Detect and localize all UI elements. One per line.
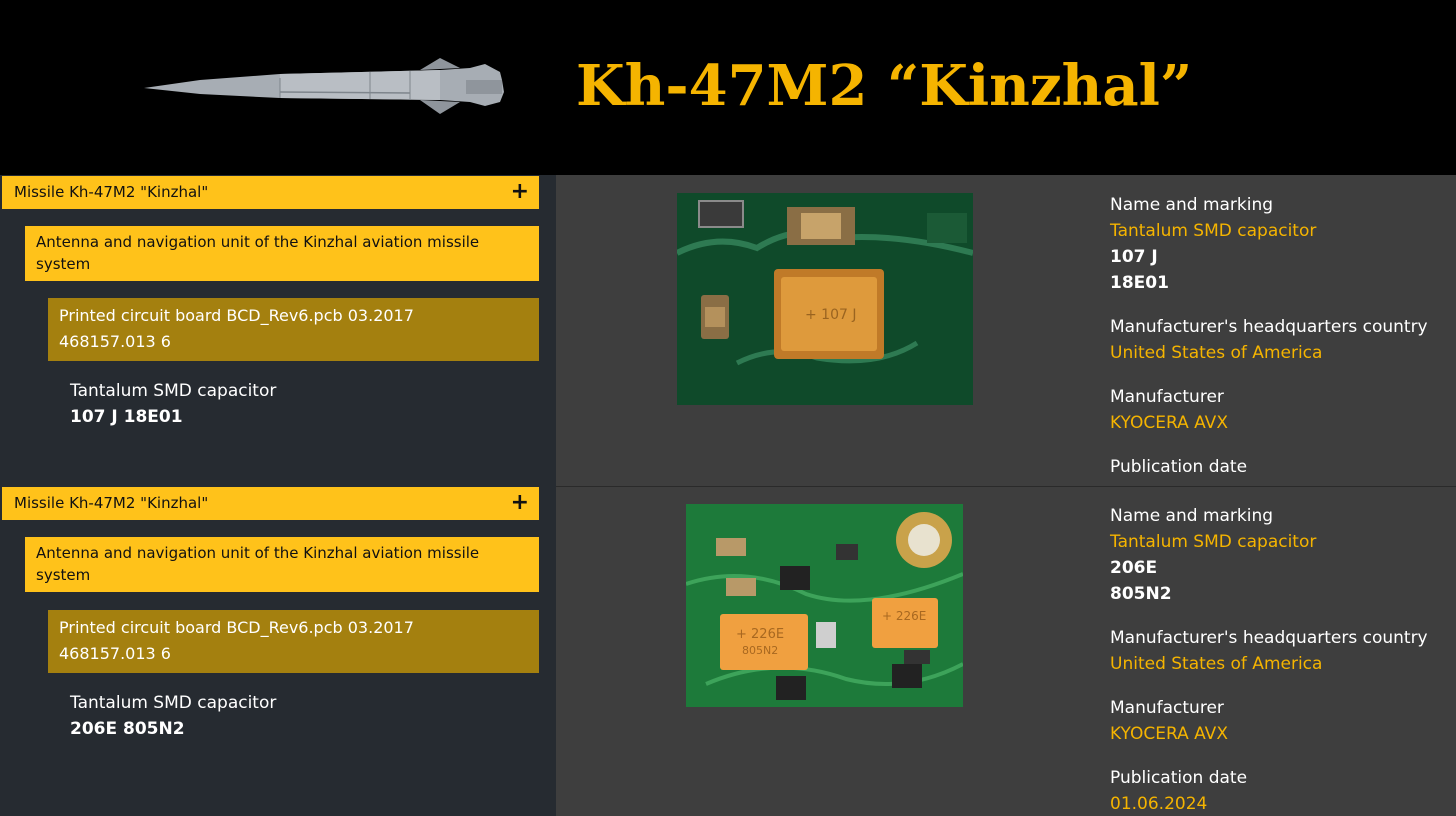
tree-item-label: Missile Kh-47M2 "Kinzhal"	[14, 494, 209, 512]
pubdate-label: Publication date	[1110, 457, 1248, 477]
component-marking: 206E 805N2	[70, 719, 185, 739]
tree-item-missile[interactable]: Missile Kh-47M2 "Kinzhal" +	[2, 176, 539, 209]
pcb-name: Printed circuit board BCD_Rev6.pcb 03.20…	[59, 306, 414, 325]
tree-item-unit[interactable]: Antenna and navigation unit of the Kinzh…	[25, 537, 539, 592]
country-value[interactable]: United States of America	[1110, 340, 1456, 366]
marking-line: 107 J	[1110, 247, 1158, 267]
details-list: Name and marking Tantalum SMD capacitor …	[1110, 192, 1456, 480]
country-label: Manufacturer's headquarters country	[1110, 317, 1428, 337]
name-value[interactable]: Tantalum SMD capacitor	[1110, 529, 1456, 555]
pubdate-value: 01.06.2024	[1110, 794, 1208, 814]
svg-text:+ 226E: + 226E	[882, 609, 926, 623]
component-photo: + 226E 805N2 + 226E	[686, 504, 963, 707]
plus-icon[interactable]: +	[511, 176, 529, 207]
name-label: Name and marking	[1110, 506, 1274, 526]
component-marking: 107 J 18E01	[70, 407, 183, 427]
component-name: Tantalum SMD capacitor	[70, 693, 277, 713]
manufacturer-value[interactable]: KYOCERA AVX	[1110, 721, 1456, 747]
tree-item-label: Missile Kh-47M2 "Kinzhal"	[14, 183, 209, 201]
manufacturer-label: Manufacturer	[1110, 387, 1224, 407]
marking-line: 805N2	[1110, 584, 1172, 604]
name-label: Name and marking	[1110, 195, 1274, 215]
page-header: Kh-47M2 “Kinzhal”	[0, 0, 1456, 175]
name-value[interactable]: Tantalum SMD capacitor	[1110, 218, 1456, 244]
tree-item-pcb[interactable]: Printed circuit board BCD_Rev6.pcb 03.20…	[48, 298, 539, 361]
marking-line: 18E01	[1110, 273, 1169, 293]
manufacturer-value[interactable]: KYOCERA AVX	[1110, 410, 1456, 436]
page-title: Kh-47M2 “Kinzhal”	[576, 53, 1193, 119]
tree-item-missile[interactable]: Missile Kh-47M2 "Kinzhal" +	[2, 487, 539, 520]
tree-item-unit[interactable]: Antenna and navigation unit of the Kinzh…	[25, 226, 539, 281]
country-value[interactable]: United States of America	[1110, 651, 1456, 677]
svg-text:805N2: 805N2	[742, 644, 778, 657]
component-name: Tantalum SMD capacitor	[70, 381, 277, 401]
marking-line: 206E	[1110, 558, 1158, 578]
component-photo: + 107 J	[677, 193, 973, 405]
pcb-number: 468157.013 6	[59, 644, 171, 663]
component-item[interactable]: Tantalum SMD capacitor 107 J 18E01	[70, 378, 276, 430]
pcb-number: 468157.013 6	[59, 332, 171, 351]
tree-item-pcb[interactable]: Printed circuit board BCD_Rev6.pcb 03.20…	[48, 610, 539, 673]
pubdate-label: Publication date	[1110, 768, 1248, 788]
country-label: Manufacturer's headquarters country	[1110, 628, 1428, 648]
manufacturer-label: Manufacturer	[1110, 698, 1224, 718]
details-list: Name and marking Tantalum SMD capacitor …	[1110, 503, 1456, 816]
missile-image	[144, 58, 504, 114]
svg-text:+ 226E: + 226E	[736, 627, 784, 642]
plus-icon[interactable]: +	[511, 487, 529, 518]
component-item[interactable]: Tantalum SMD capacitor 206E 805N2	[70, 690, 276, 742]
svg-text:+ 107 J: + 107 J	[805, 307, 856, 323]
pcb-name: Printed circuit board BCD_Rev6.pcb 03.20…	[59, 618, 414, 637]
